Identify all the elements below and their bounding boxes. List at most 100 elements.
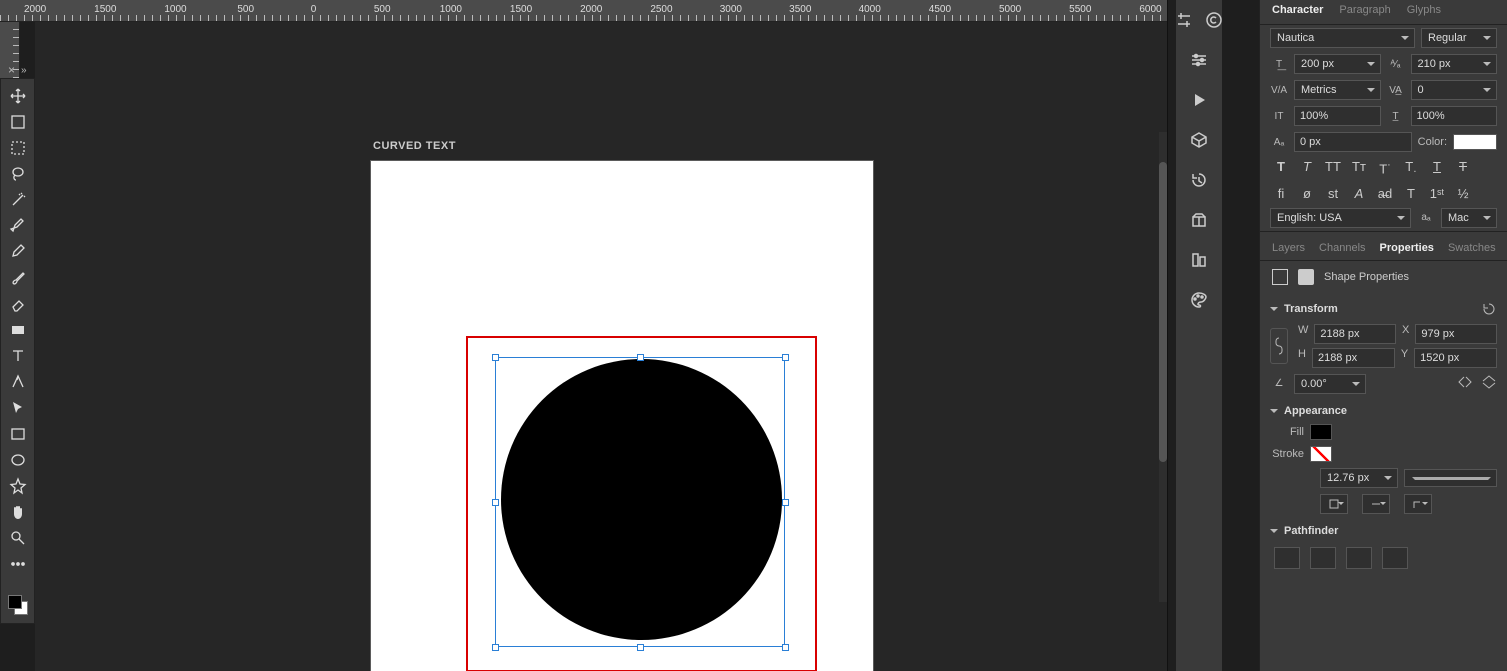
handle-se[interactable]: [782, 644, 789, 651]
transform-section-header[interactable]: Transform: [1260, 293, 1507, 321]
font-style-select[interactable]: Regular: [1421, 28, 1497, 48]
wand-tool-icon[interactable]: [8, 191, 28, 209]
package-icon[interactable]: [1189, 210, 1209, 230]
handle-ne[interactable]: [782, 354, 789, 361]
pen-tool-icon[interactable]: [8, 217, 28, 235]
handle-e[interactable]: [782, 499, 789, 506]
lasso-tool-icon[interactable]: [8, 165, 28, 183]
tab-channels[interactable]: Channels: [1319, 242, 1365, 254]
align-icon[interactable]: [1189, 250, 1209, 270]
fill-swatch[interactable]: [1310, 424, 1332, 440]
adjust-icon[interactable]: [1174, 10, 1194, 30]
font-size-select[interactable]: 200 px: [1294, 54, 1381, 74]
fraction-t-icon[interactable]: T: [1402, 186, 1420, 201]
width-input[interactable]: 2188 px: [1314, 324, 1396, 344]
titling-icon[interactable]: a̶d: [1376, 186, 1394, 201]
link-wh-icon[interactable]: [1270, 328, 1288, 364]
stylistic-icon[interactable]: st: [1324, 186, 1342, 201]
antialias-select[interactable]: Mac: [1441, 208, 1497, 228]
reset-icon[interactable]: [1481, 301, 1497, 317]
tab-properties[interactable]: Properties: [1380, 242, 1434, 254]
subscript-icon[interactable]: T·: [1402, 159, 1420, 178]
pathfinder-unite-button[interactable]: [1274, 547, 1300, 569]
stroke-corner-select[interactable]: [1404, 494, 1432, 514]
sliders-icon[interactable]: [1189, 50, 1209, 70]
pathfinder-intersect-button[interactable]: [1346, 547, 1372, 569]
eraser-tool-icon[interactable]: [8, 295, 28, 313]
history-icon[interactable]: [1189, 170, 1209, 190]
tab-glyphs[interactable]: Glyphs: [1407, 4, 1441, 16]
live-shape-fill-icon[interactable]: [1298, 269, 1314, 285]
handle-sw[interactable]: [492, 644, 499, 651]
shape-ellipse-tool-icon[interactable]: [8, 451, 28, 469]
document-tab[interactable]: × »: [0, 62, 35, 78]
handle-w[interactable]: [492, 499, 499, 506]
stroke-align-select[interactable]: [1320, 494, 1348, 514]
fraction-half-icon[interactable]: ½: [1454, 186, 1472, 201]
direct-select-tool-icon[interactable]: [8, 399, 28, 417]
y-input[interactable]: 1520 px: [1414, 348, 1497, 368]
move-tool-icon[interactable]: [8, 87, 28, 105]
strike-icon[interactable]: T: [1454, 159, 1472, 178]
selection-bounding-box[interactable]: [495, 357, 785, 647]
tab-layers[interactable]: Layers: [1272, 242, 1305, 254]
copyright-icon[interactable]: [1204, 10, 1224, 30]
stroke-width-select[interactable]: 12.76 px: [1320, 468, 1398, 488]
close-icon[interactable]: ×: [8, 63, 15, 77]
italic-icon[interactable]: T: [1298, 159, 1316, 178]
tab-swatches[interactable]: Swatches: [1448, 242, 1496, 254]
font-family-select[interactable]: Nautica: [1270, 28, 1415, 48]
hscale-input[interactable]: 100%: [1411, 106, 1498, 126]
zoom-tool-icon[interactable]: [8, 529, 28, 547]
height-input[interactable]: 2188 px: [1312, 348, 1395, 368]
text-color-swatch[interactable]: [1453, 134, 1497, 150]
shape-rect-tool-icon[interactable]: [8, 425, 28, 443]
play-icon[interactable]: [1189, 90, 1209, 110]
tab-expand-icon[interactable]: »: [21, 65, 27, 76]
cube-icon[interactable]: [1189, 130, 1209, 150]
color-swatches-icon[interactable]: [8, 595, 28, 615]
shape-star-tool-icon[interactable]: [8, 477, 28, 495]
smallcaps-icon[interactable]: Tᴛ: [1350, 159, 1368, 178]
live-shape-rect-icon[interactable]: [1272, 269, 1288, 285]
tab-character[interactable]: Character: [1272, 4, 1323, 16]
marquee-tool-icon[interactable]: [8, 139, 28, 157]
stroke-style-select[interactable]: [1404, 469, 1497, 487]
pathfinder-exclude-button[interactable]: [1382, 547, 1408, 569]
stroke-swatch[interactable]: [1310, 446, 1332, 462]
ordinal-icon[interactable]: ø: [1298, 186, 1316, 201]
palette-icon[interactable]: [1189, 290, 1209, 310]
x-input[interactable]: 979 px: [1415, 324, 1497, 344]
canvas-scrollbar[interactable]: [1159, 132, 1167, 602]
pen-curve-tool-icon[interactable]: [8, 373, 28, 391]
bold-icon[interactable]: T: [1272, 159, 1290, 178]
pathfinder-section-header[interactable]: Pathfinder: [1260, 517, 1507, 541]
angle-select[interactable]: 0.00°: [1294, 374, 1366, 394]
hand-tool-icon[interactable]: [8, 503, 28, 521]
language-select[interactable]: English: USA: [1270, 208, 1411, 228]
tracking-select[interactable]: 0: [1411, 80, 1498, 100]
ordinal-1st-icon[interactable]: 1ˢᵗ: [1428, 186, 1446, 201]
handle-s[interactable]: [637, 644, 644, 651]
swash-icon[interactable]: A: [1350, 186, 1368, 201]
eyedropper-tool-icon[interactable]: [8, 243, 28, 261]
allcaps-icon[interactable]: TT: [1324, 159, 1342, 178]
canvas[interactable]: CURVED TEXT: [35, 22, 1167, 671]
underline-icon[interactable]: T: [1428, 159, 1446, 178]
appearance-section-header[interactable]: Appearance: [1260, 397, 1507, 421]
brush-tool-icon[interactable]: [8, 269, 28, 287]
type-tool-icon[interactable]: [8, 347, 28, 365]
more-tools-icon[interactable]: [8, 555, 28, 573]
superscript-icon[interactable]: T·: [1376, 159, 1394, 178]
kerning-select[interactable]: Metrics: [1294, 80, 1381, 100]
vscale-input[interactable]: 100%: [1294, 106, 1381, 126]
tab-paragraph[interactable]: Paragraph: [1339, 4, 1390, 16]
leading-select[interactable]: 210 px: [1411, 54, 1498, 74]
flip-h-icon[interactable]: [1457, 375, 1473, 392]
handle-n[interactable]: [637, 354, 644, 361]
ligature-fi-icon[interactable]: fi: [1272, 186, 1290, 201]
stroke-cap-select[interactable]: [1362, 494, 1390, 514]
baseline-input[interactable]: 0 px: [1294, 132, 1412, 152]
ruler-horizontal[interactable]: 2000150010005000500100015002000250030003…: [0, 0, 1167, 22]
rectangle-tool-icon[interactable]: [8, 321, 28, 339]
